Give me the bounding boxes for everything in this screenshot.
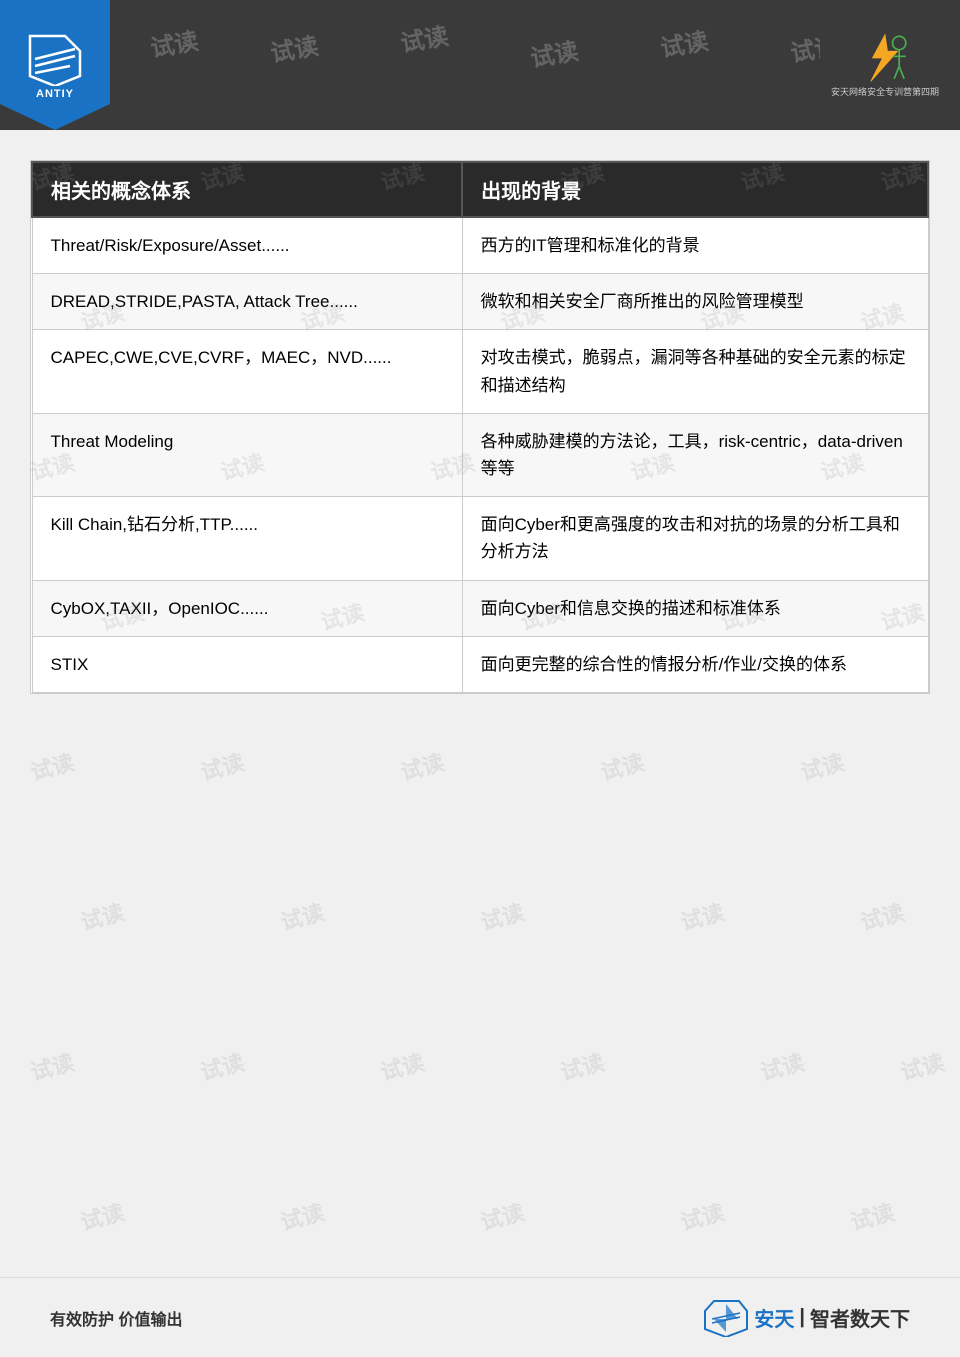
cell-left-1: DREAD,STRIDE,PASTA, Attack Tree...... <box>32 274 462 330</box>
cell-right-0: 西方的IT管理和标准化的背景 <box>462 217 928 274</box>
main-area: 相关的概念体系 出现的背景 Threat/Risk/Exposure/Asset… <box>0 130 960 794</box>
cell-right-6: 面向更完整的综合性的情报分析/作业/交换的体系 <box>462 636 928 692</box>
footer: 有效防护 价值输出 安天 | 智者数天下 <box>0 1277 960 1357</box>
concept-table: 相关的概念体系 出现的背景 Threat/Risk/Exposure/Asset… <box>31 161 929 693</box>
logo-icon <box>25 31 85 86</box>
cell-left-2: CAPEC,CWE,CVE,CVRF，MAEC，NVD...... <box>32 330 462 413</box>
header-right-brand: 安天网络安全专训营第四期 <box>820 0 960 130</box>
footer-tagline: 有效防护 价值输出 <box>50 1306 182 1330</box>
cell-right-1: 微软和相关安全厂商所推出的风险管理模型 <box>462 274 928 330</box>
cell-right-3: 各种威胁建模的方法论，工具，risk-centric，data-driven等等 <box>462 413 928 496</box>
right-deco: 安天网络安全专训营第四期 <box>831 33 939 98</box>
cell-left-6: STIX <box>32 636 462 692</box>
footer-brand-right: 智者数天下 <box>810 1303 910 1332</box>
col1-header: 相关的概念体系 <box>32 162 462 217</box>
header-watermark-area: 试读 试读 试读 试读 试读 试读 试读 <box>110 0 820 130</box>
cell-left-3: Threat Modeling <box>32 413 462 496</box>
brand-subtitle: 安天网络安全专训营第四期 <box>831 85 939 98</box>
cell-left-5: CybOX,TAXII，OpenIOC...... <box>32 580 462 636</box>
table-row: CybOX,TAXII，OpenIOC......面向Cyber和信息交换的描述… <box>32 580 928 636</box>
header: ANTIY 试读 试读 试读 试读 试读 试读 试读 安天网络安全专训营第四期 <box>0 0 960 130</box>
table-row: DREAD,STRIDE,PASTA, Attack Tree......微软和… <box>32 274 928 330</box>
table-row: Threat Modeling各种威胁建模的方法论，工具，risk-centri… <box>32 413 928 496</box>
cell-right-4: 面向Cyber和更高强度的攻击和对抗的场景的分析工具和分析方法 <box>462 497 928 580</box>
footer-brand-left: 安天 <box>754 1303 794 1332</box>
cell-left-4: Kill Chain,钻石分析,TTP...... <box>32 497 462 580</box>
table-row: CAPEC,CWE,CVE,CVRF，MAEC，NVD......对攻击模式，脆… <box>32 330 928 413</box>
footer-brand: 安天 | 智者数天下 <box>704 1299 910 1337</box>
brand-icon <box>855 33 915 83</box>
cell-right-2: 对攻击模式，脆弱点，漏洞等各种基础的安全元素的标定和描述结构 <box>462 330 928 413</box>
cell-left-0: Threat/Risk/Exposure/Asset...... <box>32 217 462 274</box>
table-row: Kill Chain,钻石分析,TTP......面向Cyber和更高强度的攻击… <box>32 497 928 580</box>
cell-right-5: 面向Cyber和信息交换的描述和标准体系 <box>462 580 928 636</box>
col2-header: 出现的背景 <box>462 162 928 217</box>
footer-logo-icon <box>704 1299 749 1337</box>
table-row: Threat/Risk/Exposure/Asset......西方的IT管理和… <box>32 217 928 274</box>
footer-brand-sep: | <box>799 1306 805 1329</box>
logo: ANTIY <box>0 0 110 130</box>
content-card: 相关的概念体系 出现的背景 Threat/Risk/Exposure/Asset… <box>30 160 930 694</box>
logo-text: ANTIY <box>36 88 74 100</box>
table-row: STIX面向更完整的综合性的情报分析/作业/交换的体系 <box>32 636 928 692</box>
